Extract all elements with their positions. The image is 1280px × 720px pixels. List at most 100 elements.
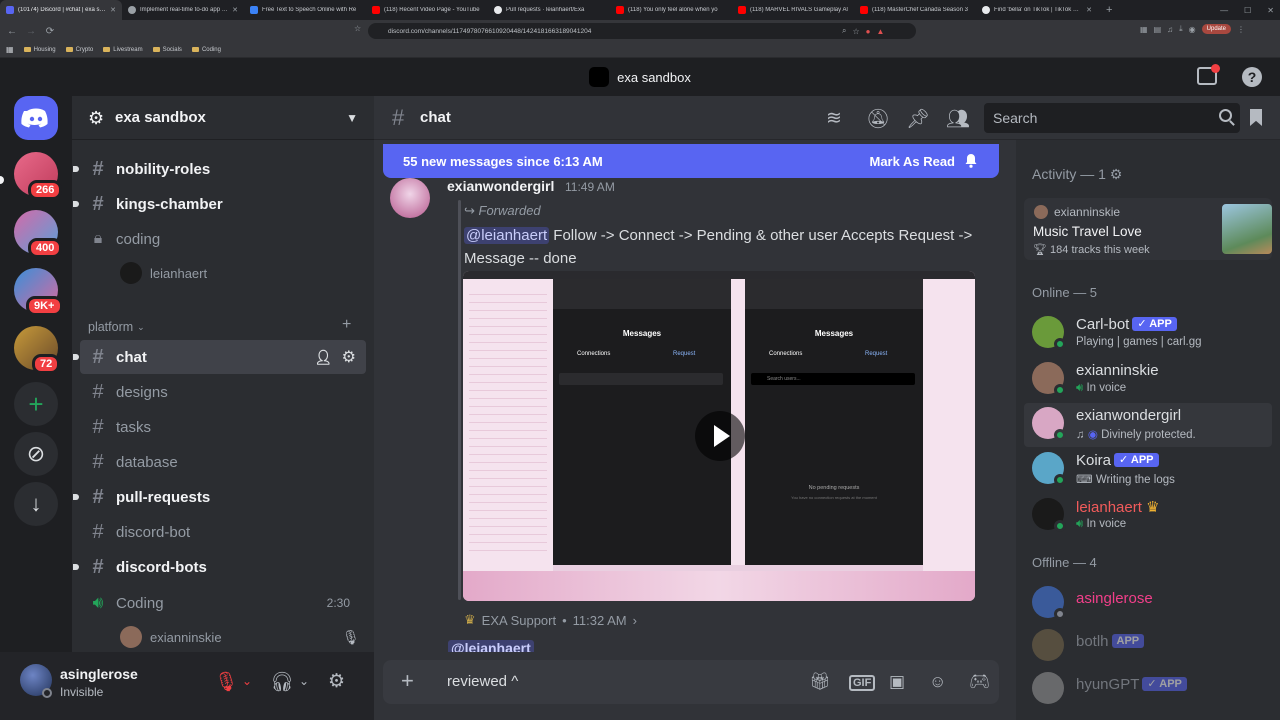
close-tab-icon[interactable]: ✕ — [1086, 6, 1092, 14]
channel-designs[interactable]: # designs — [80, 375, 366, 409]
browser-tab[interactable]: (118) MARVEL RIVALS Gameplay Al — [732, 0, 854, 20]
mute-mic-icon[interactable]: 🎙︎ — [214, 670, 238, 694]
new-messages-bar[interactable]: 55 new messages since 6:13 AM Mark As Re… — [383, 144, 999, 178]
bookmark-folder[interactable]: Coding — [191, 47, 221, 53]
channel-kings-chamber[interactable]: # kings-chamber — [73, 187, 366, 221]
maximize-icon[interactable]: ☐ — [1244, 6, 1251, 15]
bookmark-folder[interactable]: Socials — [152, 47, 182, 53]
username[interactable]: asinglerose — [60, 666, 138, 682]
add-attachment-icon[interactable]: + — [401, 668, 414, 694]
gift-icon[interactable]: 🎁︎ — [809, 672, 831, 692]
extensions-icon[interactable]: ▦ — [1140, 25, 1148, 34]
message-input[interactable]: reviewed ^ — [447, 673, 518, 690]
gif-icon[interactable]: GIF — [849, 675, 876, 691]
threads-icon[interactable]: ≋ — [826, 107, 842, 130]
extension-icon[interactable]: ▲ — [877, 27, 885, 36]
search-input[interactable]: Search — [984, 103, 1240, 133]
browser-tab[interactable]: (10174) Discord | #chat | exa san ✕ — [0, 0, 122, 20]
channel-discord-bots[interactable]: # discord-bots — [73, 550, 366, 584]
update-button[interactable]: Update — [1201, 24, 1232, 34]
member-exianwondergirl[interactable]: exianwondergirl ♫ ◉ Divinely protected. — [1024, 403, 1272, 447]
notification-bell-off-icon[interactable]: 🔕︎ — [866, 107, 890, 131]
downloads-icon[interactable]: ⤓ — [1179, 24, 1183, 34]
play-icon[interactable] — [695, 411, 745, 461]
message-composer[interactable]: + reviewed ^ 🎁︎ GIF ▣ ☺ 🎮︎ — [383, 660, 999, 704]
close-window-icon[interactable]: ✕ — [1267, 6, 1274, 15]
voice-user[interactable]: leianhaert — [120, 262, 207, 284]
avatar[interactable] — [390, 178, 430, 218]
share-icon[interactable]: ☆ — [852, 27, 859, 36]
download-apps-button[interactable]: ↓ — [14, 482, 58, 526]
menu-icon[interactable]: ⋮ — [1237, 25, 1245, 34]
user-settings-gear-icon[interactable]: ⚙ — [328, 670, 345, 693]
emoji-icon[interactable]: ☺ — [929, 672, 946, 692]
member-leianhaert[interactable]: leianhaert ♛ 🔊︎ In voice — [1032, 494, 1272, 538]
bookmark-star-icon[interactable]: ☆ — [354, 24, 361, 33]
bookmark-folder[interactable]: Livestream — [103, 47, 143, 53]
help-icon[interactable]: ? — [1242, 67, 1262, 87]
message-author[interactable]: exianwondergirl — [447, 178, 554, 194]
extension-icon[interactable]: ● — [866, 27, 871, 36]
invite-icon[interactable]: 👤︎ — [314, 349, 332, 366]
new-tab-button[interactable]: + — [1098, 4, 1120, 16]
profile-icon[interactable]: ◉ — [1189, 25, 1196, 34]
user-mention[interactable]: @leianhaert — [448, 640, 534, 652]
browser-tab[interactable]: Implement real-time to-do app with ✕ — [122, 0, 244, 20]
member-botlh[interactable]: botlh APP — [1032, 625, 1272, 669]
channel-tasks[interactable]: # tasks — [80, 410, 366, 444]
gear-icon[interactable]: ⚙ — [1110, 166, 1123, 182]
url-field[interactable]: discord.com/channels/1174978076610920448… — [368, 23, 916, 39]
chevron-down-icon[interactable]: ⌄ — [299, 674, 309, 688]
minimize-icon[interactable]: — — [1220, 6, 1228, 15]
create-channel-icon[interactable]: + — [342, 316, 351, 334]
chevron-down-icon[interactable]: ⌄ — [242, 674, 252, 688]
browser-tab[interactable]: (118) Recent Video Page - YouTube — [366, 0, 488, 20]
bookmark-icon[interactable] — [1250, 109, 1262, 126]
video-attachment[interactable]: Messages Connections Request Messages Co… — [463, 271, 975, 601]
voice-user[interactable]: exianninskie 🎙︎ — [120, 626, 360, 648]
user-mention[interactable]: @leianhaert — [464, 227, 550, 244]
member-carl-bot[interactable]: Carl-bot ✓ APP Playing | games | carl.gg — [1032, 312, 1272, 356]
discord-home-icon[interactable] — [14, 96, 58, 140]
headphones-icon[interactable]: 🎧︎ — [270, 670, 294, 694]
browser-tab[interactable]: Free Text to Speech Online with Re — [244, 0, 366, 20]
sticker-icon[interactable]: ▣ — [889, 672, 905, 692]
back-icon[interactable]: ← — [5, 26, 19, 37]
search-page-icon[interactable]: ⌕ — [842, 26, 846, 36]
media-icon[interactable]: ♫ — [1167, 25, 1173, 34]
close-tab-icon[interactable]: ✕ — [110, 6, 116, 14]
gear-icon[interactable]: ⚙ — [342, 347, 356, 367]
reload-icon[interactable]: ⟳ — [43, 26, 57, 37]
bookmark-folder[interactable]: Crypto — [65, 47, 93, 53]
category-platform[interactable]: platform ⌄ — [88, 320, 145, 334]
browser-tab[interactable]: (118) You only feel alone when yo — [610, 0, 732, 20]
forward-source[interactable]: ♛ EXA Support • 11:32 AM › — [464, 612, 637, 628]
inbox-icon[interactable] — [1197, 64, 1220, 85]
member-asinglerose[interactable]: asinglerose — [1032, 582, 1272, 626]
close-tab-icon[interactable]: ✕ — [232, 6, 238, 14]
server-header[interactable]: ⚙ exa sandbox ▼ — [72, 96, 374, 140]
channel-pull-requests[interactable]: # pull-requests — [73, 480, 366, 514]
channel-chat[interactable]: # chat 👤︎ ⚙ — [73, 340, 366, 374]
apps-game-icon[interactable]: 🎮︎ — [969, 672, 991, 692]
discover-icon[interactable]: ⊘ — [14, 432, 58, 476]
forward-icon[interactable]: → — [24, 26, 38, 37]
browser-tab[interactable]: (118) MasterChef Canada Season 3 — [854, 0, 976, 20]
voice-channel-coding[interactable]: 🔊︎ Coding 2:30 — [80, 586, 366, 620]
browser-tab[interactable]: Find 'bella' on TikTok | TikTok Search ✕ — [976, 0, 1098, 20]
member-list-icon[interactable]: 👥︎ — [946, 107, 970, 131]
activity-card[interactable]: exianninskie Music Travel Love 🏆︎ 184 tr… — [1024, 198, 1272, 260]
pin-icon[interactable]: 📌︎ — [906, 107, 930, 131]
browser-tab[interactable]: Pull requests · leianhaert/Exa — [488, 0, 610, 20]
member-koira[interactable]: Koira ✓ APP ⌨ Writing the logs — [1032, 448, 1272, 492]
apps-icon[interactable]: ▦ — [6, 45, 14, 54]
channel-database[interactable]: # database — [80, 445, 366, 479]
mark-as-read-button[interactable]: Mark As Read — [870, 153, 980, 169]
voice-channel-coding-locked[interactable]: 🔒︎ coding — [80, 222, 366, 256]
member-exianninskie[interactable]: exianninskie 🔊︎ In voice — [1032, 358, 1272, 402]
reading-list-icon[interactable]: ▤ — [1154, 25, 1162, 34]
member-hyungpt[interactable]: hyunGPT ✓ APP — [1032, 668, 1272, 712]
bookmark-folder[interactable]: Housing — [23, 47, 56, 53]
channel-nobility-roles[interactable]: # nobility-roles — [73, 152, 366, 186]
add-server-button[interactable]: + — [14, 382, 58, 426]
